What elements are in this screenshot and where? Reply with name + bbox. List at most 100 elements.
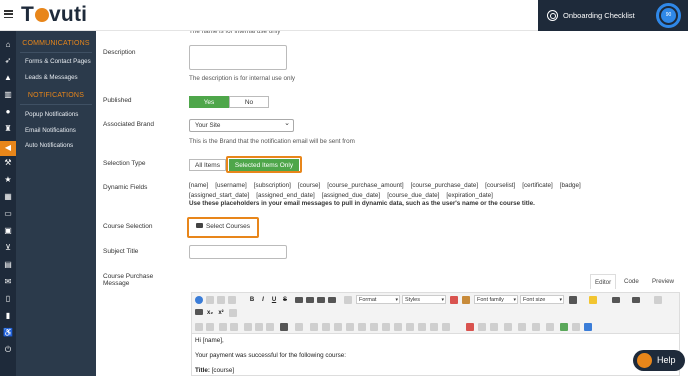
id-card-icon[interactable]: ▣ — [3, 226, 13, 236]
credit-card-icon[interactable]: ▭ — [3, 209, 13, 219]
gavel-icon[interactable]: ⚒ — [3, 158, 13, 168]
selected-items-only-button[interactable]: Selected Items Only — [229, 159, 299, 171]
fullscreen-icon[interactable] — [478, 323, 486, 331]
paint-format-icon[interactable] — [462, 296, 470, 304]
all-items-button[interactable]: All Items — [189, 159, 226, 171]
contact-book-icon[interactable]: ▮ — [3, 311, 13, 321]
justify-icon[interactable] — [328, 297, 336, 303]
clear-formatting-icon[interactable] — [450, 296, 458, 304]
text-color-icon[interactable] — [569, 296, 577, 304]
preview-icon[interactable] — [490, 323, 498, 331]
dashboard-icon[interactable]: ⌂ — [3, 40, 13, 50]
row-props-icon[interactable] — [418, 323, 426, 331]
tab-editor[interactable]: Editor — [590, 274, 617, 289]
message-label-line1: Course Purchase — [103, 273, 154, 280]
cart-icon[interactable]: ⊻ — [3, 243, 13, 253]
users-icon[interactable]: ● — [3, 107, 13, 117]
bullet-list-icon[interactable] — [632, 297, 640, 303]
power-icon[interactable]: ⏻ — [3, 345, 13, 355]
insert-time-icon[interactable] — [572, 323, 580, 331]
search-replace-icon[interactable] — [266, 323, 274, 331]
strikethrough-icon[interactable]: S — [281, 296, 289, 304]
subscript-icon[interactable]: x₂ — [206, 309, 214, 317]
delete-table-icon[interactable] — [442, 323, 450, 331]
help-button[interactable]: Help — [633, 350, 685, 371]
editor-body[interactable]: Hi [name], Your payment was successful f… — [191, 334, 680, 376]
table-icon[interactable]: ▦ — [3, 192, 13, 202]
sidebar-item-leads-messages[interactable]: Leads & Messages — [25, 74, 78, 81]
trophy-icon[interactable]: ♜ — [3, 124, 13, 134]
rocket-icon[interactable]: ➶ — [3, 56, 13, 66]
bar-chart-icon[interactable]: ▥ — [3, 90, 13, 100]
align-left-icon[interactable] — [295, 297, 303, 303]
align-right-icon[interactable] — [317, 297, 325, 303]
logo[interactable]: Tvuti — [21, 3, 87, 27]
description-field[interactable] — [189, 45, 287, 70]
delete-icon[interactable] — [466, 323, 474, 331]
binoculars-icon[interactable] — [280, 323, 288, 331]
associated-brand-select[interactable]: Your Site — [189, 118, 294, 132]
paragraph-icon[interactable] — [344, 296, 352, 304]
new-document-icon[interactable] — [206, 296, 214, 304]
document-icon[interactable]: ▯ — [3, 294, 13, 304]
superscript-icon[interactable]: x² — [217, 309, 225, 317]
table-row-icon[interactable] — [358, 323, 366, 331]
hamburger-menu-icon[interactable] — [4, 10, 13, 19]
more-icon[interactable] — [654, 296, 662, 304]
visual-blocks-icon[interactable] — [532, 323, 540, 331]
paste-icon[interactable] — [228, 296, 236, 304]
font-size-select[interactable]: Font size — [520, 295, 564, 304]
underline-icon[interactable]: U — [270, 296, 278, 304]
sidebar-item-forms-contact-pages[interactable]: Forms & Contact Pages — [25, 58, 91, 65]
sidebar-item-popup-notifications[interactable]: Popup Notifications — [25, 111, 78, 118]
cell-icon[interactable] — [382, 323, 390, 331]
split-icon[interactable] — [406, 323, 414, 331]
code-icon[interactable] — [518, 323, 526, 331]
highlight-color-icon[interactable] — [589, 296, 597, 304]
published-no-button[interactable]: No — [229, 96, 269, 108]
graduation-cap-icon[interactable]: ▲ — [3, 73, 13, 83]
format-select[interactable]: Format — [356, 295, 400, 304]
align-center-icon[interactable] — [306, 297, 314, 303]
onboarding-checklist-button[interactable]: Onboarding Checklist 90 — [538, 0, 688, 31]
anchor-icon[interactable] — [230, 323, 238, 331]
undo-icon[interactable] — [244, 323, 252, 331]
italic-icon[interactable]: I — [259, 296, 267, 304]
image-upload-icon[interactable] — [584, 323, 592, 331]
image-icon[interactable] — [295, 323, 303, 331]
redo-icon[interactable] — [255, 323, 263, 331]
insert-date-icon[interactable] — [560, 323, 568, 331]
font-family-select[interactable]: Font family — [474, 295, 518, 304]
sidebar-item-auto-notifications[interactable]: Auto Notifications — [25, 142, 73, 149]
table-col-icon[interactable] — [370, 323, 378, 331]
indent-icon[interactable] — [195, 309, 203, 315]
print-icon[interactable] — [504, 323, 512, 331]
tab-code[interactable]: Code — [620, 274, 643, 289]
link-icon[interactable] — [195, 323, 203, 331]
tab-preview[interactable]: Preview — [648, 274, 678, 289]
calendar-icon[interactable]: ▤ — [3, 260, 13, 270]
template-icon[interactable] — [322, 323, 330, 331]
unlink-icon[interactable] — [206, 323, 214, 331]
sidebar-item-email-notifications[interactable]: Email Notifications — [25, 127, 76, 134]
col-props-icon[interactable] — [430, 323, 438, 331]
copy-icon[interactable] — [217, 296, 225, 304]
help-circle-icon[interactable] — [195, 296, 203, 304]
styles-select[interactable]: Styles — [402, 295, 446, 304]
star-icon[interactable]: ★ — [3, 175, 13, 185]
wheelchair-icon[interactable]: ♿ — [3, 328, 13, 338]
table-insert-icon[interactable] — [229, 309, 237, 317]
bold-icon[interactable]: B — [248, 296, 256, 304]
onboarding-progress-ring: 90 — [656, 3, 681, 28]
numbered-list-icon[interactable] — [612, 297, 620, 303]
emoticon-icon[interactable] — [334, 323, 342, 331]
select-courses-button[interactable]: Select Courses — [190, 220, 256, 235]
published-yes-button[interactable]: Yes — [189, 96, 229, 108]
merge-icon[interactable] — [394, 323, 402, 331]
media-icon[interactable] — [310, 323, 318, 331]
special-char-icon[interactable] — [346, 323, 354, 331]
subject-title-field[interactable] — [189, 245, 287, 259]
chat-icon[interactable]: ✉ — [3, 277, 13, 287]
horizontal-rule-icon[interactable] — [219, 323, 227, 331]
spellcheck-icon[interactable] — [546, 323, 554, 331]
